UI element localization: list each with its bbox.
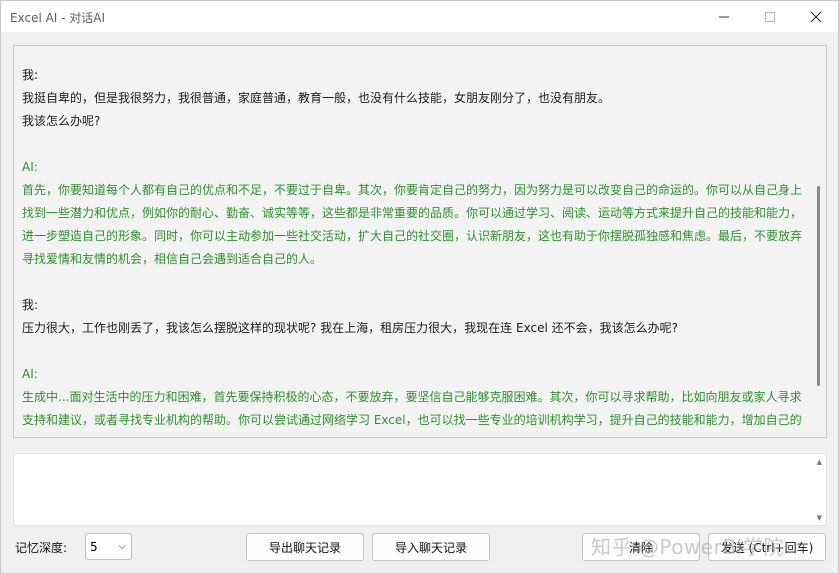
ai-message: AI: 首先，你要知道每个人都有自己的优点和不足，不要过于自卑。其次，你要肯定自己…: [22, 156, 804, 271]
message-speaker: AI:: [22, 367, 38, 381]
message-speaker: AI:: [22, 160, 38, 174]
message-text: 我该怎么办呢?: [22, 114, 101, 128]
message-text: 我挺自卑的，但是我很努力，我很普通，家庭普通，教育一般，也没有什么技能，女朋友刚…: [22, 91, 611, 105]
message-input[interactable]: [14, 454, 826, 525]
send-button[interactable]: 发送 (Ctrl+回车): [708, 533, 826, 561]
message-text: 压力很大，工作也刚丢了，我该怎么摆脱这样的现状呢? 我在上海，租房压力很大，我现…: [22, 321, 678, 335]
ai-message: AI: 生成中...面对生活中的压力和困难，首先要保持积极的心态，不要放弃，要坚信…: [22, 363, 804, 432]
memory-depth-label: 记忆深度:: [15, 541, 68, 555]
user-message: 我: 压力很大，工作也刚丢了，我该怎么摆脱这样的现状呢? 我在上海，租房压力很大，…: [22, 294, 804, 340]
control-bar: 记忆深度: 5 ⌵ 导出聊天记录 导入聊天记录 清除 发送 (Ctrl+回车): [1, 531, 839, 563]
window-title: Excel AI - 对话AI: [10, 11, 106, 25]
close-button[interactable]: [793, 1, 839, 32]
app-window: Excel AI - 对话AI 我: 我挺自卑的，但是我很努力，我很普通，家庭普通…: [0, 0, 839, 574]
message-input-box[interactable]: ▲ ▼: [13, 453, 827, 526]
minimize-button[interactable]: [701, 1, 747, 32]
message-speaker: 我:: [22, 68, 39, 82]
chat-scrollbar[interactable]: [817, 186, 820, 386]
import-history-button[interactable]: 导入聊天记录: [372, 533, 490, 561]
user-message: 我: 我挺自卑的，但是我很努力，我很普通，家庭普通，教育一般，也没有什么技能，女朋…: [22, 64, 804, 133]
message-text: 首先，你要知道每个人都有自己的优点和不足，不要过于自卑。其次，你要肯定自己的努力…: [22, 183, 803, 266]
memory-depth-value: 5: [90, 539, 98, 554]
scroll-up-icon[interactable]: ▲: [817, 458, 822, 466]
chat-history[interactable]: 我: 我挺自卑的，但是我很努力，我很普通，家庭普通，教育一般，也没有什么技能，女朋…: [13, 45, 827, 438]
export-history-button[interactable]: 导出聊天记录: [246, 533, 364, 561]
maximize-button[interactable]: [747, 1, 793, 32]
chat-messages: 我: 我挺自卑的，但是我很努力，我很普通，家庭普通，教育一般，也没有什么技能，女朋…: [22, 64, 804, 437]
memory-depth-select[interactable]: 5 ⌵: [85, 533, 132, 560]
maximize-icon: [765, 11, 775, 22]
clear-button[interactable]: 清除: [582, 533, 700, 561]
message-text: 生成中...面对生活中的压力和困难，首先要保持积极的心态，不要放弃，要坚信自己能…: [22, 390, 802, 427]
message-speaker: 我:: [22, 298, 39, 312]
close-icon: [811, 11, 821, 22]
chevron-down-icon: ⌵: [118, 541, 126, 552]
scroll-down-icon[interactable]: ▼: [817, 514, 822, 522]
minimize-icon: [719, 16, 729, 17]
title-bar: Excel AI - 对话AI: [1, 1, 838, 32]
